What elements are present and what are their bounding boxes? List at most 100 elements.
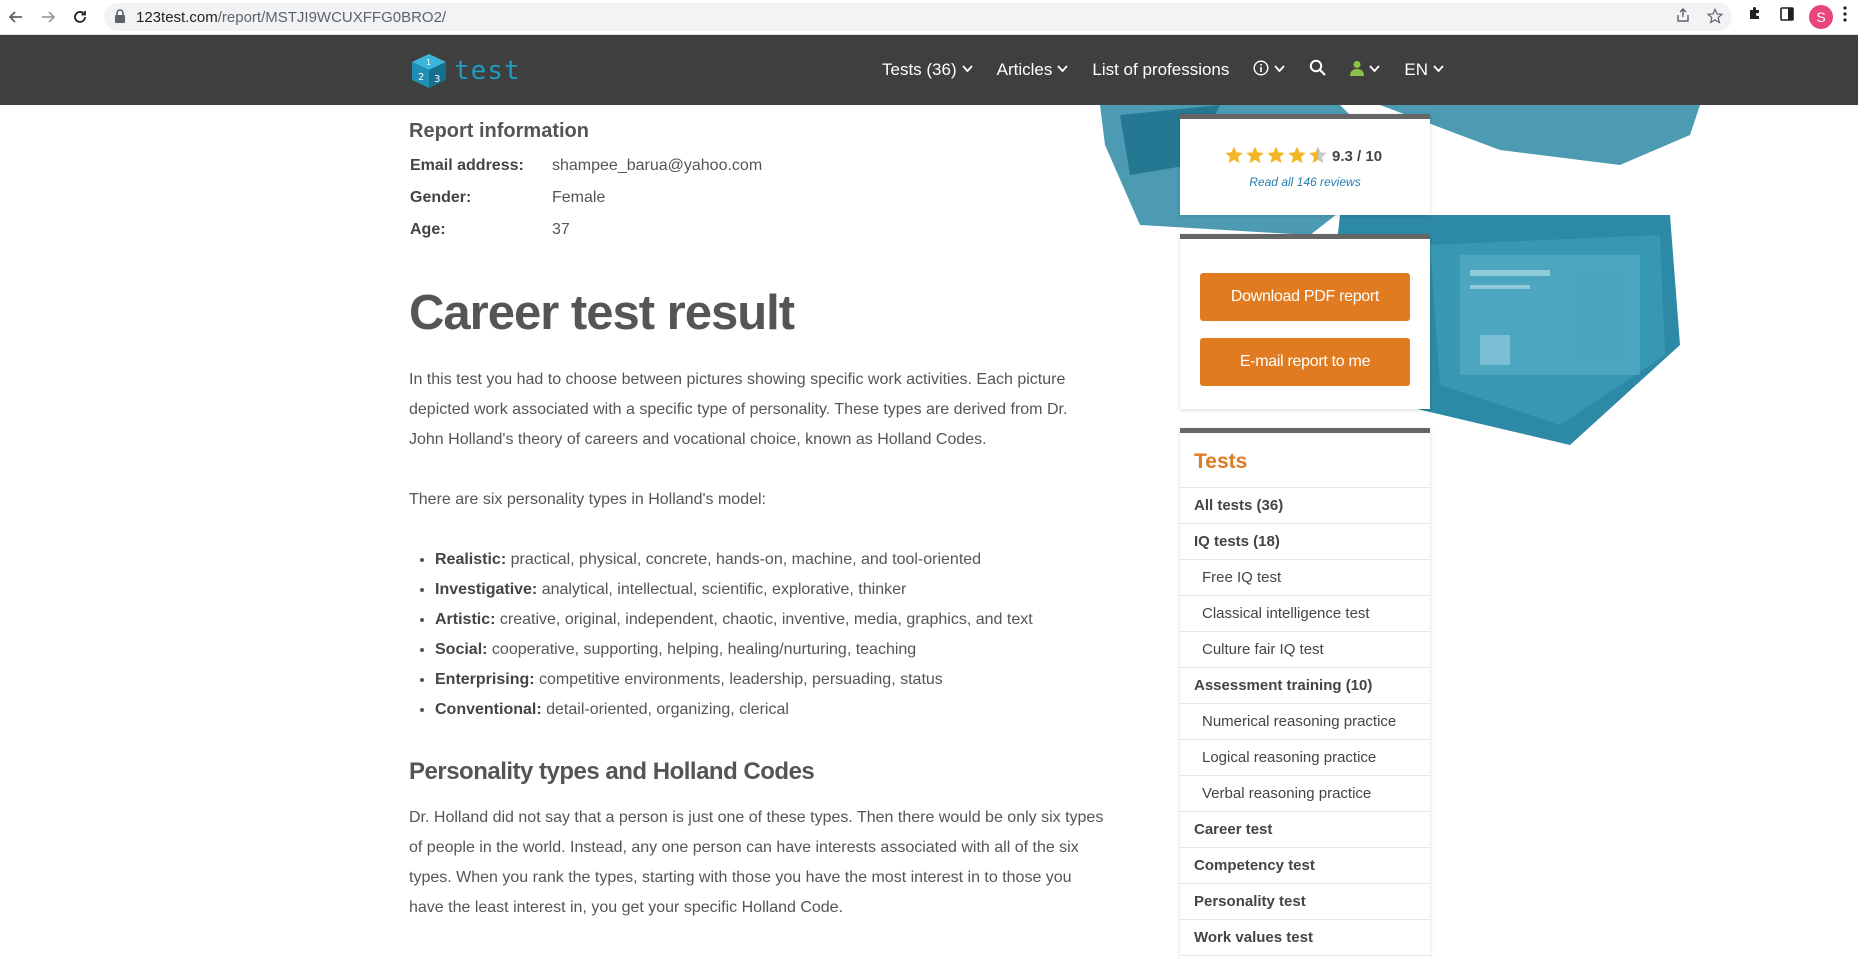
lock-icon — [114, 9, 126, 28]
site-logo[interactable]: 2 3 1 test — [410, 51, 521, 91]
browser-menu-icon[interactable] — [1838, 6, 1852, 28]
rating-card: 9.3 / 10 Read all 146 reviews — [1180, 114, 1430, 215]
tests-item-iq-tests[interactable]: IQ tests (18) — [1180, 524, 1430, 560]
url-path: /report/MSTJI9WCUXFFG0BRO2/ — [217, 9, 447, 26]
tests-item-competency-test[interactable]: Competency test — [1180, 848, 1430, 884]
nav-professions-label: List of professions — [1092, 60, 1230, 79]
user-icon — [1350, 60, 1365, 81]
report-actions-card: Download PDF report E-mail report to me — [1180, 234, 1430, 409]
tests-item-classical-intelligence[interactable]: Classical intelligence test — [1180, 596, 1430, 632]
download-pdf-button[interactable]: Download PDF report — [1200, 273, 1410, 321]
list-item: Artistic: creative, original, independen… — [435, 605, 1155, 635]
intro-line: In this test you had to choose between p… — [409, 371, 1066, 388]
svg-text:3: 3 — [434, 74, 440, 85]
holland-paragraph: Dr. Holland did not say that a person is… — [409, 803, 1109, 923]
rating-stars — [1224, 145, 1329, 165]
chevron-down-icon — [961, 64, 973, 76]
language-selector[interactable]: EN — [1404, 60, 1444, 80]
nav-tests-label: Tests (36) — [882, 60, 957, 79]
tests-item-culture-fair[interactable]: Culture fair IQ test — [1180, 632, 1430, 668]
nav-list-of-professions[interactable]: List of professions — [1092, 60, 1229, 80]
chevron-down-icon — [1057, 64, 1069, 76]
type-name: Conventional: — [435, 701, 542, 718]
list-item: Social: cooperative, supporting, helping… — [435, 635, 1155, 665]
page-title: Career test result — [409, 286, 795, 340]
holland-line: Dr. Holland did not say that a person is… — [409, 809, 1104, 826]
tests-item-career-test[interactable]: Career test — [1180, 812, 1430, 848]
bookmark-star-icon[interactable] — [1706, 7, 1724, 26]
type-name: Artistic: — [435, 611, 496, 628]
holland-line: of people in the world. Instead, any one… — [409, 839, 1079, 856]
info-value: shampee_barua@yahoo.com — [552, 157, 763, 174]
type-desc: competitive environments, leadership, pe… — [534, 671, 943, 688]
list-item: Investigative: analytical, intellectual,… — [435, 575, 1155, 605]
reload-icon[interactable] — [68, 5, 92, 29]
info-key: Email address: — [410, 157, 524, 174]
chevron-down-icon — [1274, 64, 1286, 76]
tests-list: All tests (36) IQ tests (18) Free IQ tes… — [1180, 487, 1430, 956]
url-domain: 123test.com — [136, 9, 218, 26]
holland-line: have the least interest in, you get your… — [409, 899, 844, 916]
info-menu[interactable] — [1253, 59, 1286, 81]
tests-title: Tests — [1194, 450, 1248, 473]
extensions-puzzle-icon[interactable] — [1744, 6, 1766, 28]
site-header: 2 3 1 test Tests (36) Articles List of p… — [0, 35, 1858, 105]
report-info-title: Report information — [409, 120, 589, 142]
intro-line: depicted work associated with a specific… — [409, 401, 1068, 418]
chevron-down-icon — [1369, 64, 1381, 76]
type-desc: detail-oriented, organizing, clerical — [541, 701, 789, 718]
type-name: Social: — [435, 641, 488, 658]
holland-line: types. When you rank the types, starting… — [409, 869, 1072, 886]
logo-cube-icon: 2 3 1 — [410, 52, 448, 90]
share-icon[interactable] — [1674, 8, 1692, 26]
star-icon — [1225, 146, 1243, 164]
personality-types-list: Realistic: practical, physical, concrete… — [409, 545, 1155, 725]
list-item: Realistic: practical, physical, concrete… — [435, 545, 1155, 575]
forward-icon[interactable] — [36, 5, 60, 29]
svg-text:2: 2 — [418, 72, 424, 83]
star-icon — [1267, 146, 1285, 164]
type-desc: creative, original, independent, chaotic… — [495, 611, 1033, 628]
tests-item-free-iq-test[interactable]: Free IQ test — [1180, 560, 1430, 596]
type-name: Realistic: — [435, 551, 507, 568]
tests-item-assessment-training[interactable]: Assessment training (10) — [1180, 668, 1430, 704]
info-key: Age: — [410, 221, 446, 238]
tests-item-work-values-test[interactable]: Work values test — [1180, 920, 1430, 956]
email-report-button[interactable]: E-mail report to me — [1200, 338, 1410, 386]
nav-articles-label: Articles — [996, 60, 1053, 79]
search-icon — [1309, 59, 1327, 81]
chevron-down-icon — [1433, 64, 1444, 76]
profile-avatar[interactable]: S — [1809, 5, 1833, 29]
language-label: EN — [1404, 60, 1429, 79]
six-types-paragraph: There are six personality types in Holla… — [409, 491, 766, 508]
nav-articles[interactable]: Articles — [997, 60, 1069, 80]
logo-text: test — [454, 56, 521, 86]
intro-paragraph: In this test you had to choose between p… — [409, 365, 1109, 455]
tests-item-logical-reasoning[interactable]: Logical reasoning practice — [1180, 740, 1430, 776]
side-panel-icon[interactable] — [1776, 6, 1798, 28]
search-button[interactable] — [1309, 59, 1327, 81]
half-star-icon — [1309, 146, 1327, 164]
tests-item-verbal-reasoning[interactable]: Verbal reasoning practice — [1180, 776, 1430, 812]
top-navigation: Tests (36) Articles List of professions — [882, 35, 1468, 105]
star-icon — [1246, 146, 1264, 164]
account-menu[interactable] — [1350, 60, 1381, 81]
read-reviews-link[interactable]: Read all 146 reviews — [1180, 175, 1430, 189]
url-text: 123test.com/report/MSTJI9WCUXFFG0BRO2/ — [136, 9, 446, 26]
rating-score: 9.3 / 10 — [1332, 148, 1383, 165]
back-icon[interactable] — [4, 5, 28, 29]
svg-text:1: 1 — [426, 58, 431, 67]
star-icon — [1288, 146, 1306, 164]
tests-item-personality-test[interactable]: Personality test — [1180, 884, 1430, 920]
tests-item-all-tests[interactable]: All tests (36) — [1180, 488, 1430, 524]
list-item: Conventional: detail-oriented, organizin… — [435, 695, 1155, 725]
type-desc: practical, physical, concrete, hands-on,… — [506, 551, 982, 568]
nav-tests[interactable]: Tests (36) — [882, 60, 973, 80]
tests-item-numerical-reasoning[interactable]: Numerical reasoning practice — [1180, 704, 1430, 740]
type-name: Enterprising: — [435, 671, 535, 688]
list-item: Enterprising: competitive environments, … — [435, 665, 1155, 695]
info-value: 37 — [552, 221, 570, 238]
type-desc: analytical, intellectual, scientific, ex… — [537, 581, 907, 598]
intro-line: John Holland's theory of careers and voc… — [409, 431, 987, 448]
address-bar[interactable]: 123test.com/report/MSTJI9WCUXFFG0BRO2/ — [104, 3, 1732, 31]
